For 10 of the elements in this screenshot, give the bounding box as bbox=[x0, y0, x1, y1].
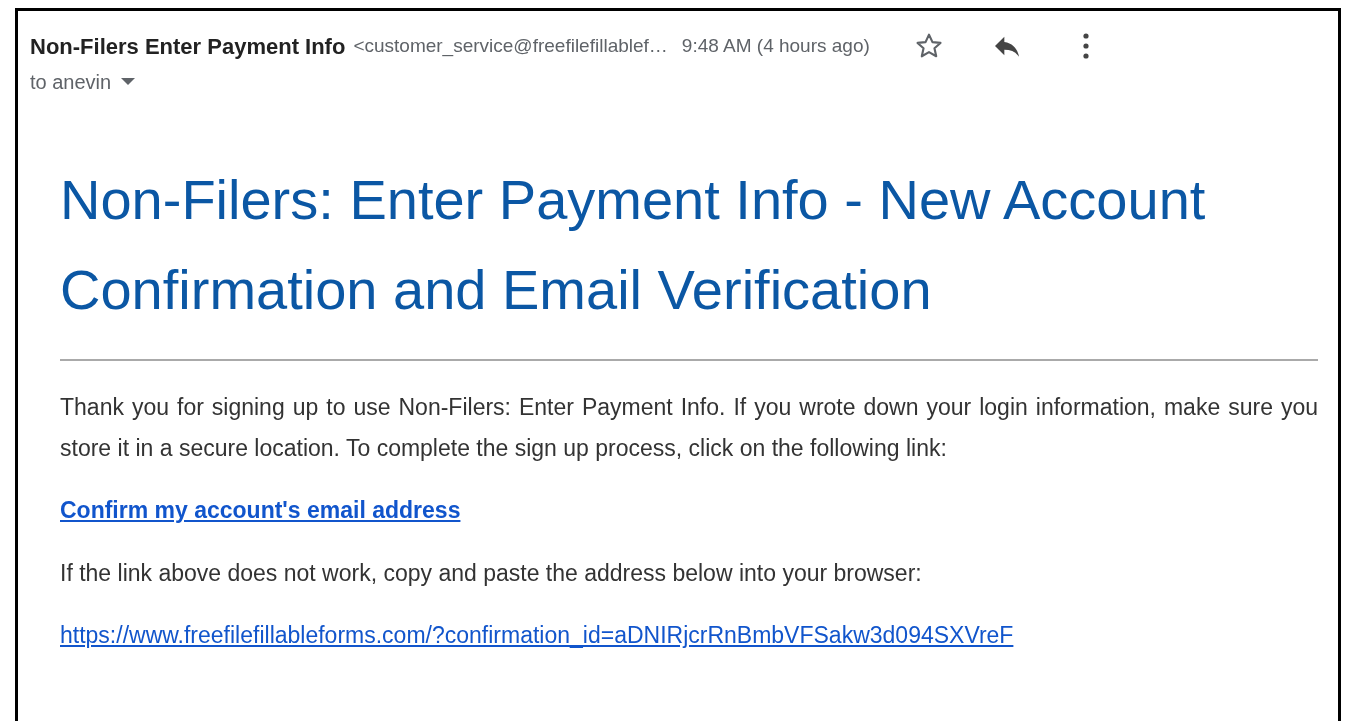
recipient: to anevin bbox=[30, 70, 112, 95]
timestamp: 9:48 AM (4 hours ago) bbox=[681, 33, 870, 58]
sender-email: <customer_service@freefilefillablef… bbox=[353, 33, 668, 59]
intro-paragraph: Thank you for signing up to use Non-Filers: Enter Payment Info. If you wrote down your login information, make sure you store it in a secure location. To complete the sign up process, click on the following link: bbox=[60, 393, 1318, 463]
dropdown-caret-icon[interactable] bbox=[121, 78, 136, 86]
confirmation-url-link[interactable]: https://www.freefilefillableforms.com/?confirmation_id=aDNIRjcrRnBmbVFSakw3d094SXVreF bbox=[60, 618, 1014, 653]
sender-name: Non-Filers Enter Payment Info bbox=[30, 32, 346, 61]
email-heading: Non-Filers: Enter Payment Info - New Account Confirmation and Email Verification bbox=[60, 167, 1207, 323]
fallback-instructions: If the link above does not work, copy and paste the address below into your browser: bbox=[60, 558, 923, 588]
confirm-email-link[interactable]: Confirm my account's email address bbox=[60, 493, 461, 528]
